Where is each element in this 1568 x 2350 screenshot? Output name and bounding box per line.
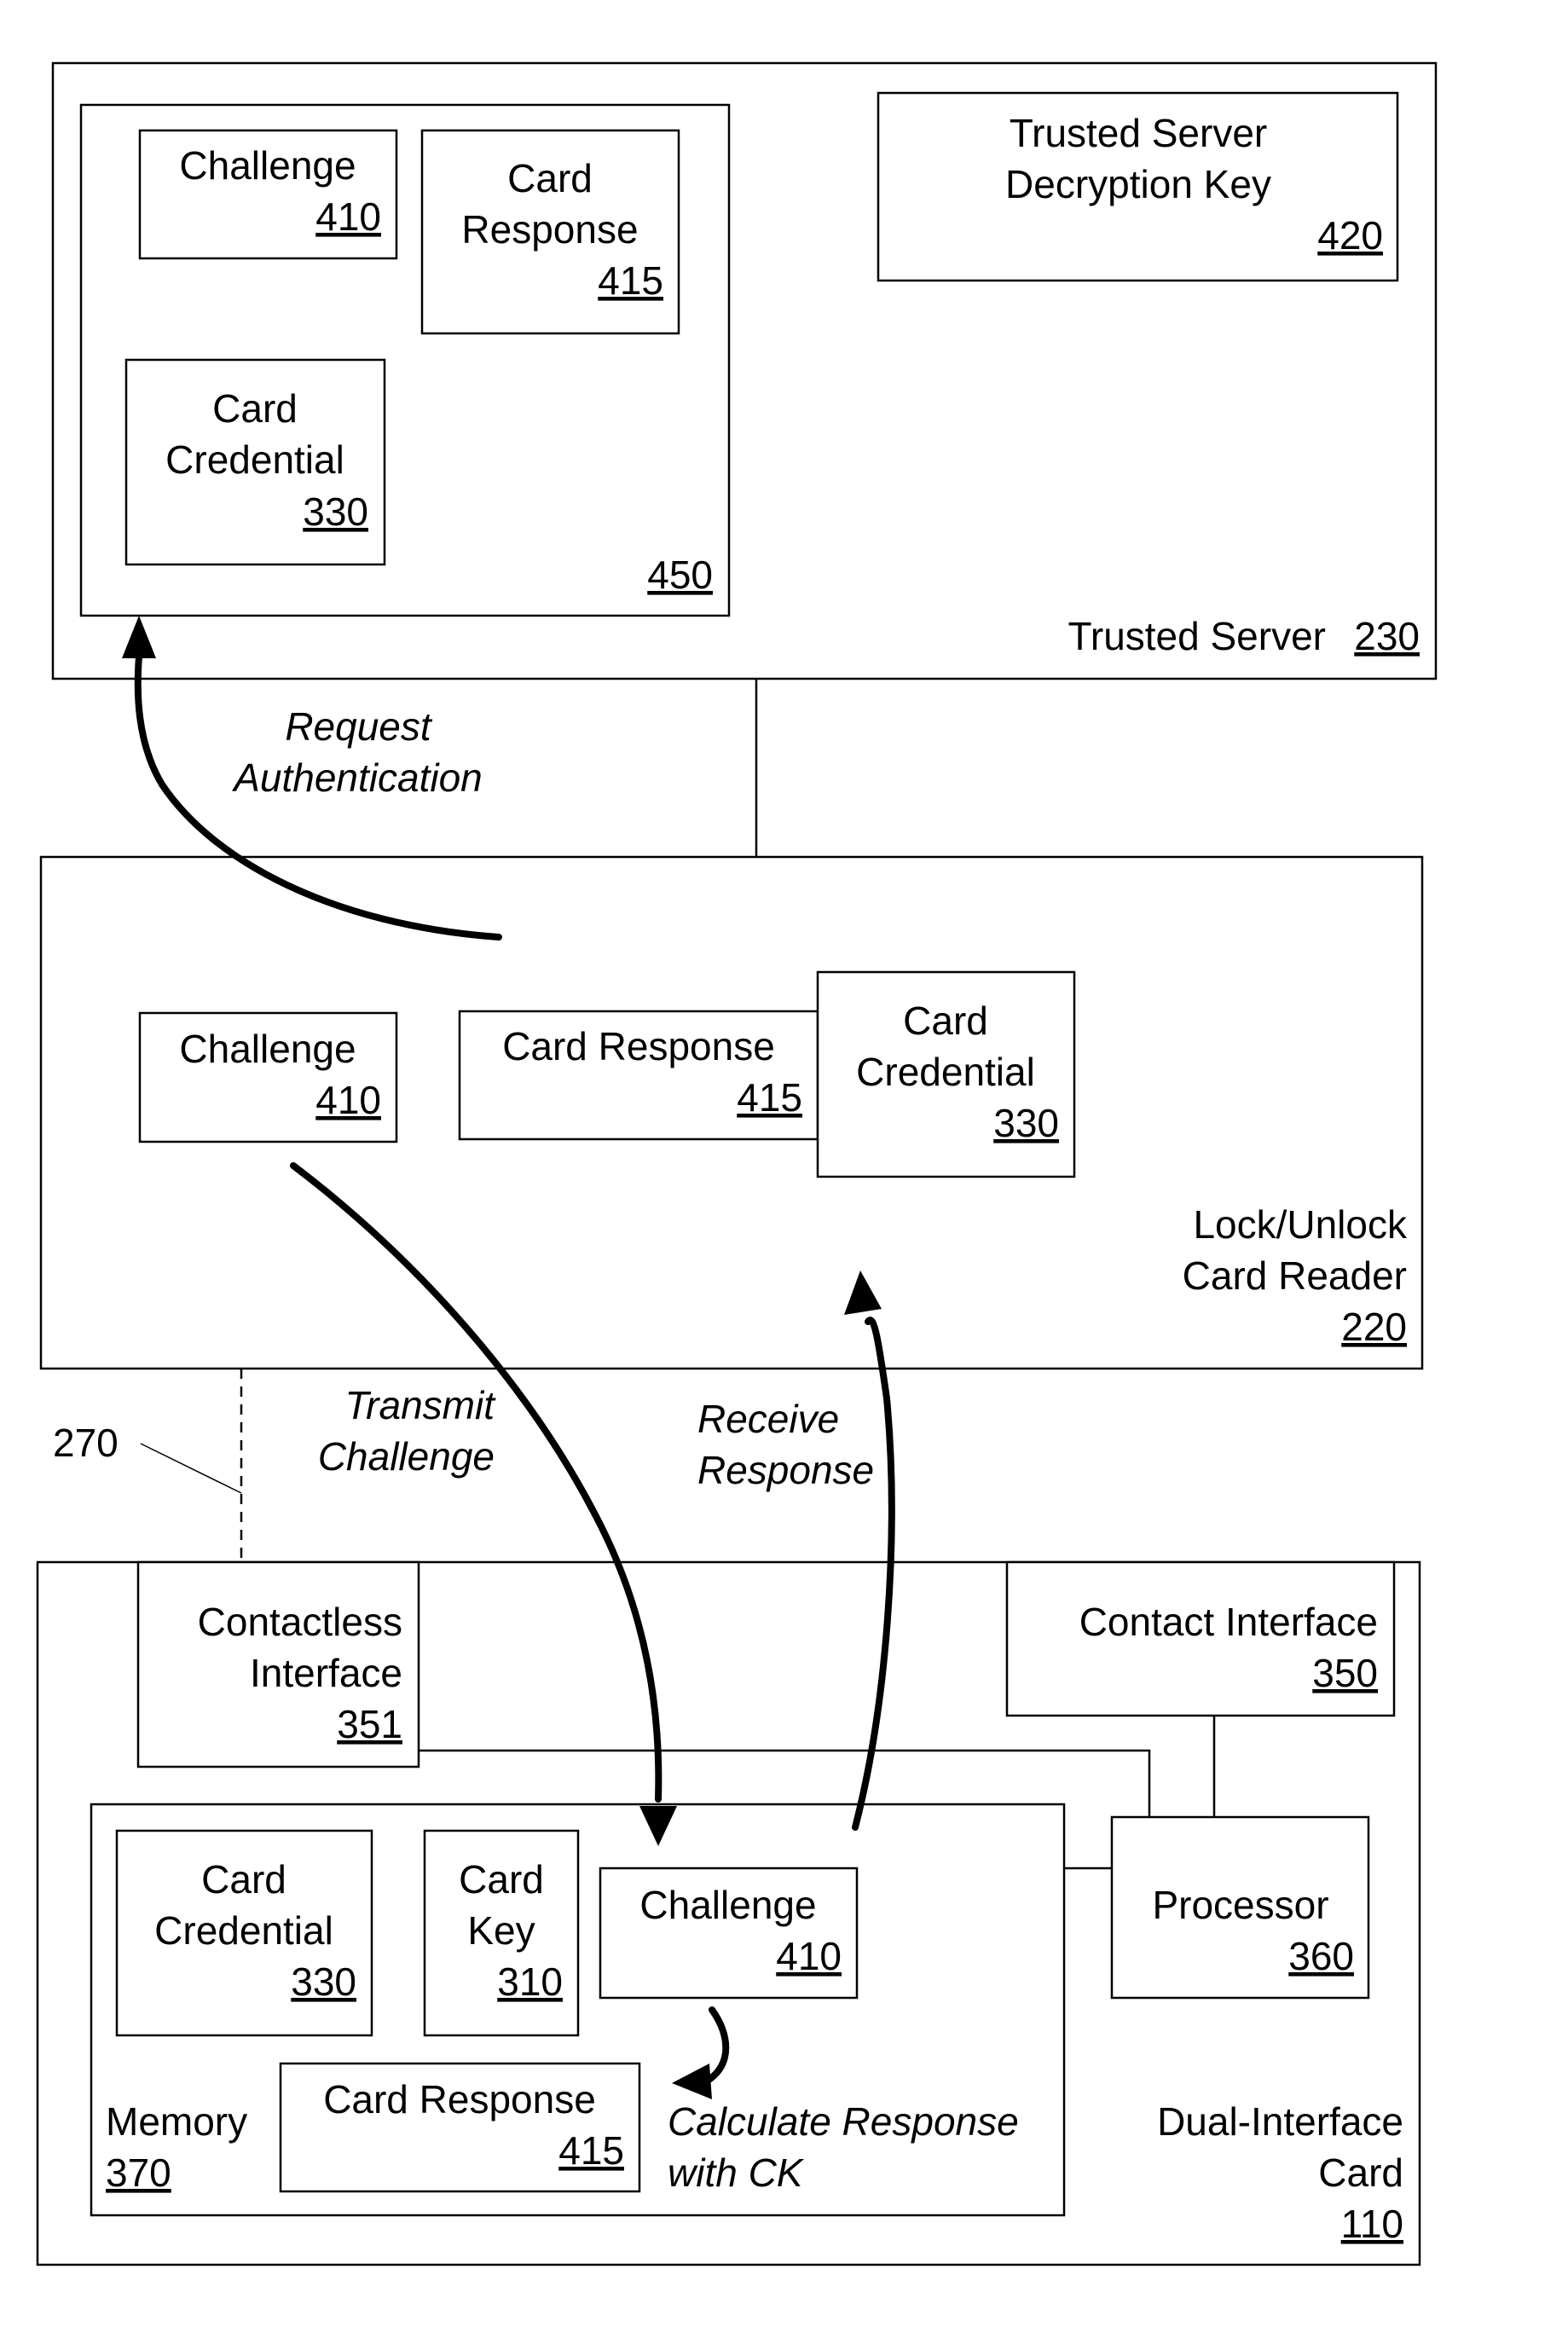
decryption-key-ref: 420 [1317,213,1383,258]
card-reader: Challenge 410 Card Response 415 Card Cre… [39,855,1424,1370]
memory-challenge-ref: 410 [776,1934,842,1978]
memory-card-credential-ref: 330 [291,1959,356,2004]
link-leader-line [140,1443,242,1494]
memory-card-response-label: Card Response [323,2077,596,2121]
dual-interface-card-label-2: Card [1318,2150,1403,2195]
memory-card-response: Card Response 415 [279,2062,641,2193]
decryption-key: Trusted Server Decryption Key 420 [877,91,1399,282]
contactless-interface-label-2: Interface [250,1651,402,1695]
decryption-key-label-1: Trusted Server [1010,111,1268,155]
server-card-response: Card Response 415 [420,129,680,335]
memory-label: Memory [106,2099,247,2144]
processor-label: Processor [1152,1883,1328,1927]
reader-challenge-label: Challenge [179,1027,356,1071]
card-reader-label-1: Lock/Unlock [1193,1202,1408,1247]
transmit-challenge-label-1: Transmit [345,1383,497,1427]
contact-interface-ref: 350 [1312,1651,1378,1695]
card-reader-ref: 220 [1341,1305,1407,1349]
trusted-server-ref: 230 [1354,614,1420,658]
contactless-interface-ref: 351 [337,1702,402,1746]
reader-challenge: Challenge 410 [138,1011,398,1143]
reader-card-response: Card Response 415 [458,1010,819,1141]
contactless-interface-label-1: Contactless [198,1600,402,1644]
reader-card-credential-label-1: Card [903,998,988,1043]
trusted-server: Challenge 410 Card Response 415 Card Cre… [51,61,1438,680]
server-card-credential-label-1: Card [212,386,298,431]
processor-ref: 360 [1288,1934,1354,1978]
request-authentication-label-2: Authentication [231,755,483,800]
card-reader-label-2: Card Reader [1183,1253,1407,1298]
memory-challenge: Challenge 410 [599,1867,859,2000]
server-challenge-ref: 410 [315,194,381,239]
memory-ref: 370 [106,2150,171,2195]
transmit-challenge-label-2: Challenge [318,1434,495,1479]
memory-card-key-label-1: Card [459,1857,544,1901]
server-card-response-label-2: Response [461,207,638,252]
server-challenge-label: Challenge [179,143,356,188]
memory-card-key: Card Key 310 [423,1829,580,2037]
trusted-server-label: Trusted Server [1068,614,1326,658]
memory-card-key-label-2: Key [467,1908,535,1953]
memory-card-response-ref: 415 [558,2128,624,2173]
contactless-interface: Contactless Interface 351 [136,1560,420,1768]
server-card-credential-ref: 330 [303,489,368,534]
processor: Processor 360 [1110,1815,1370,2000]
server-card-credential: Card Credential 330 [124,358,386,566]
server-challenge: Challenge 410 [138,129,398,260]
dual-interface-card-label-1: Dual-Interface [1157,2099,1403,2144]
reader-card-response-ref: 415 [737,1075,802,1120]
patent-diagram: Challenge 410 Card Response 415 Card Cre… [36,61,1438,2266]
server-card-response-label-1: Card [507,156,593,200]
contact-interface: Contact Interface 350 [1005,1560,1396,1717]
server-card-response-ref: 415 [598,258,663,303]
server-group-ref: 450 [647,553,713,597]
calculate-response-label-2: with CK [668,2150,805,2195]
request-authentication-label-1: Request [285,704,433,749]
reader-card-credential: Card Credential 330 [816,970,1076,1178]
link-ref: 270 [53,1421,119,1465]
reader-challenge-ref: 410 [315,1078,381,1122]
memory-card-key-ref: 310 [497,1959,563,2004]
memory: Card Credential 330 Card Key 310 Challen… [90,1803,1066,2217]
memory-card-credential-label-2: Credential [154,1908,333,1953]
contact-interface-label: Contact Interface [1079,1600,1378,1644]
decryption-key-label-2: Decryption Key [1005,162,1271,206]
reader-card-credential-label-2: Credential [856,1050,1035,1094]
receive-response-label-2: Response [697,1448,874,1492]
receive-response-label-1: Receive [697,1397,839,1441]
dual-interface-card-ref: 110 [1341,2202,1403,2246]
memory-challenge-label: Challenge [639,1883,816,1927]
reader-card-credential-ref: 330 [993,1101,1059,1145]
calculate-response-label-1: Calculate Response [668,2099,1019,2144]
memory-card-credential: Card Credential 330 [115,1829,373,2037]
memory-card-credential-label-1: Card [201,1857,286,1901]
reader-card-response-label: Card Response [502,1024,775,1068]
server-card-credential-label-2: Credential [165,437,344,482]
